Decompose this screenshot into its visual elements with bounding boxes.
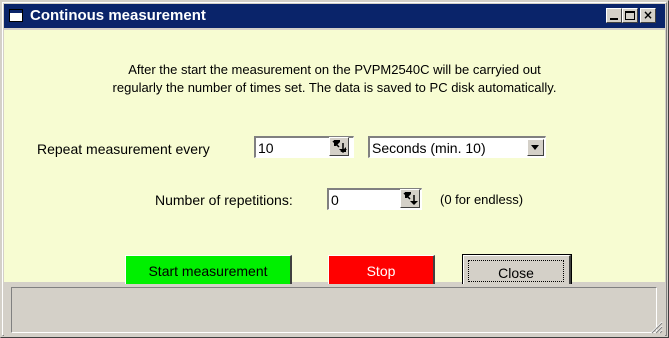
window-icon xyxy=(9,9,23,22)
interval-unit-select[interactable]: Seconds (min. 10) xyxy=(368,136,546,158)
close-button-label: Close xyxy=(468,260,564,282)
info-line-2: regularly the number of times set. The d… xyxy=(112,80,557,95)
status-bar xyxy=(4,284,665,336)
maximize-button[interactable] xyxy=(622,8,638,23)
repeat-interval-stepper[interactable] xyxy=(329,137,349,156)
resize-grip-icon[interactable] xyxy=(649,320,663,334)
title-bar[interactable]: Continous measurement × xyxy=(4,4,665,28)
close-icon: × xyxy=(643,8,654,22)
repetitions-label: Number of repetitions: xyxy=(155,192,293,208)
status-pane xyxy=(11,287,657,333)
info-text: After the start the measurement on the P… xyxy=(4,61,665,97)
minimize-button[interactable] xyxy=(606,8,622,23)
spin-arrows-icon xyxy=(403,192,418,205)
repeat-interval-label: Repeat measurement every xyxy=(37,141,210,157)
interval-unit-selected: Seconds (min. 10) xyxy=(372,140,486,156)
repetitions-value: 0 xyxy=(331,192,339,208)
continuous-measurement-window: Continous measurement × After the start … xyxy=(0,0,669,338)
window-title: Continous measurement xyxy=(30,7,206,24)
info-line-1: After the start the measurement on the P… xyxy=(128,62,541,77)
close-window-button[interactable]: × xyxy=(640,8,656,23)
dropdown-button[interactable] xyxy=(527,139,544,156)
repeat-interval-value: 10 xyxy=(258,140,274,156)
minimize-icon xyxy=(610,18,618,20)
chevron-down-icon xyxy=(531,145,539,150)
spin-arrows-icon xyxy=(332,140,347,153)
dialog-body: After the start the measurement on the P… xyxy=(4,30,665,290)
maximize-icon xyxy=(625,11,635,20)
repetitions-hint: (0 for endless) xyxy=(440,192,524,207)
repetitions-stepper[interactable] xyxy=(400,189,420,208)
